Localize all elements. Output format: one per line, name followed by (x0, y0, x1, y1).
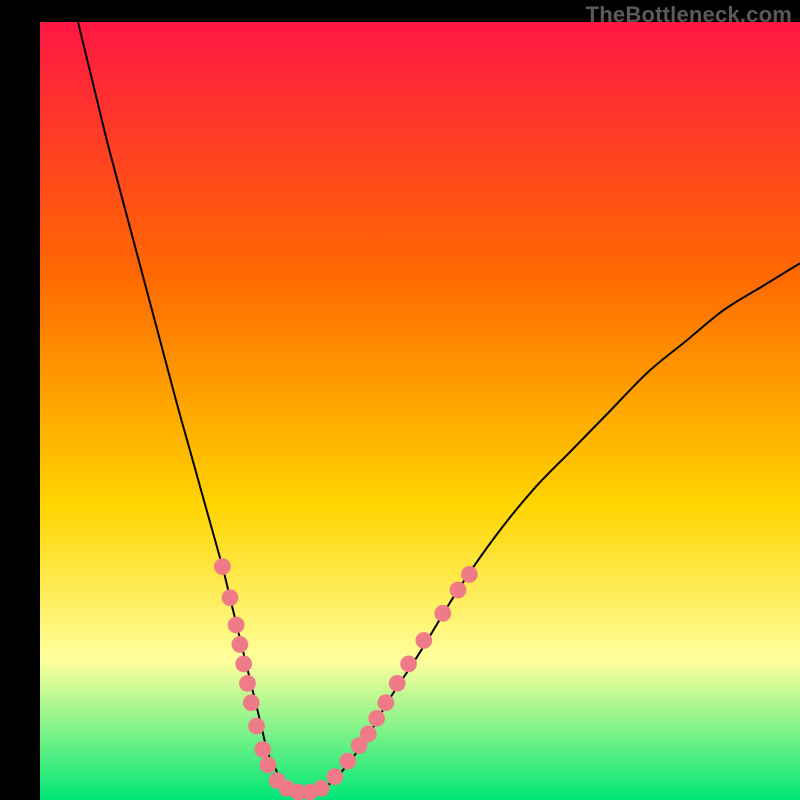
plot-area (40, 22, 800, 800)
curve-marker (228, 617, 245, 634)
curve-marker (400, 655, 417, 672)
curve-marker (222, 589, 239, 606)
curve-marker (254, 741, 271, 758)
curve-marker (248, 718, 265, 735)
chart-frame: TheBottleneck.com (0, 0, 800, 800)
curve-marker (368, 710, 385, 727)
gradient-background (40, 22, 800, 800)
curve-marker (339, 753, 356, 770)
curve-marker (450, 582, 467, 599)
curve-marker (260, 757, 277, 774)
curve-marker (461, 566, 478, 583)
bottleneck-chart (40, 22, 800, 800)
curve-marker (232, 636, 249, 653)
curve-marker (389, 675, 406, 692)
curve-marker (415, 632, 432, 649)
curve-marker (360, 726, 377, 743)
curve-marker (214, 558, 231, 575)
curve-marker (434, 605, 451, 622)
curve-marker (377, 694, 394, 711)
curve-marker (235, 655, 252, 672)
curve-marker (243, 694, 260, 711)
curve-marker (327, 768, 344, 785)
curve-marker (239, 675, 256, 692)
curve-marker (313, 780, 330, 797)
watermark-text: TheBottleneck.com (586, 2, 792, 28)
